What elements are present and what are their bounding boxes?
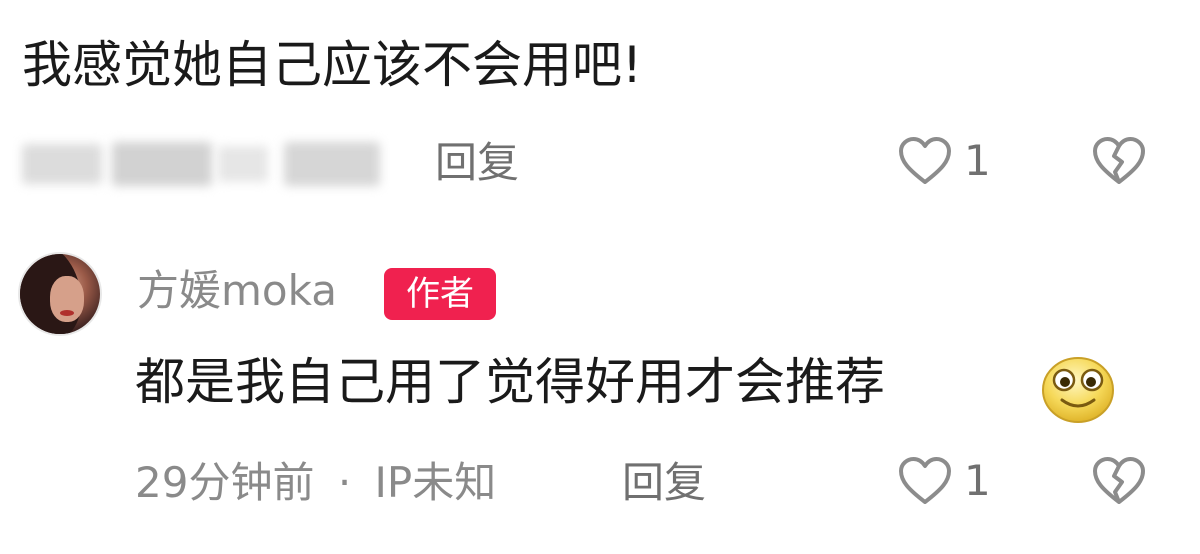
broken-heart-icon xyxy=(1093,457,1145,504)
like-count: 1 xyxy=(964,456,991,505)
comment-time: 29分钟前 xyxy=(135,458,315,507)
dislike-button[interactable] xyxy=(1092,456,1146,510)
heart-outline-icon xyxy=(899,137,951,184)
like-button[interactable]: 1 xyxy=(898,136,991,186)
like-count: 1 xyxy=(964,136,991,185)
heart-outline-icon xyxy=(899,457,951,504)
smiling-face-emoji-icon xyxy=(1040,352,1116,428)
username[interactable]: 方媛moka xyxy=(137,270,337,312)
ip-location: IP未知 xyxy=(374,458,497,507)
meta-separator: · xyxy=(337,458,352,507)
author-badge: 作者 xyxy=(384,268,496,320)
avatar[interactable] xyxy=(18,252,102,336)
blurred-username xyxy=(22,128,382,190)
reply-button[interactable]: 回复 xyxy=(622,462,706,504)
reply-button[interactable]: 回复 xyxy=(435,142,519,184)
comment-text: 我感觉她自己应该不会用吧! xyxy=(22,36,643,94)
comment-meta: 29分钟前 · IP未知 xyxy=(135,462,496,504)
comment-text: 都是我自己用了觉得好用才会推荐 xyxy=(135,353,885,411)
broken-heart-icon xyxy=(1093,137,1145,184)
like-button[interactable]: 1 xyxy=(898,456,991,506)
dislike-button[interactable] xyxy=(1092,136,1146,190)
